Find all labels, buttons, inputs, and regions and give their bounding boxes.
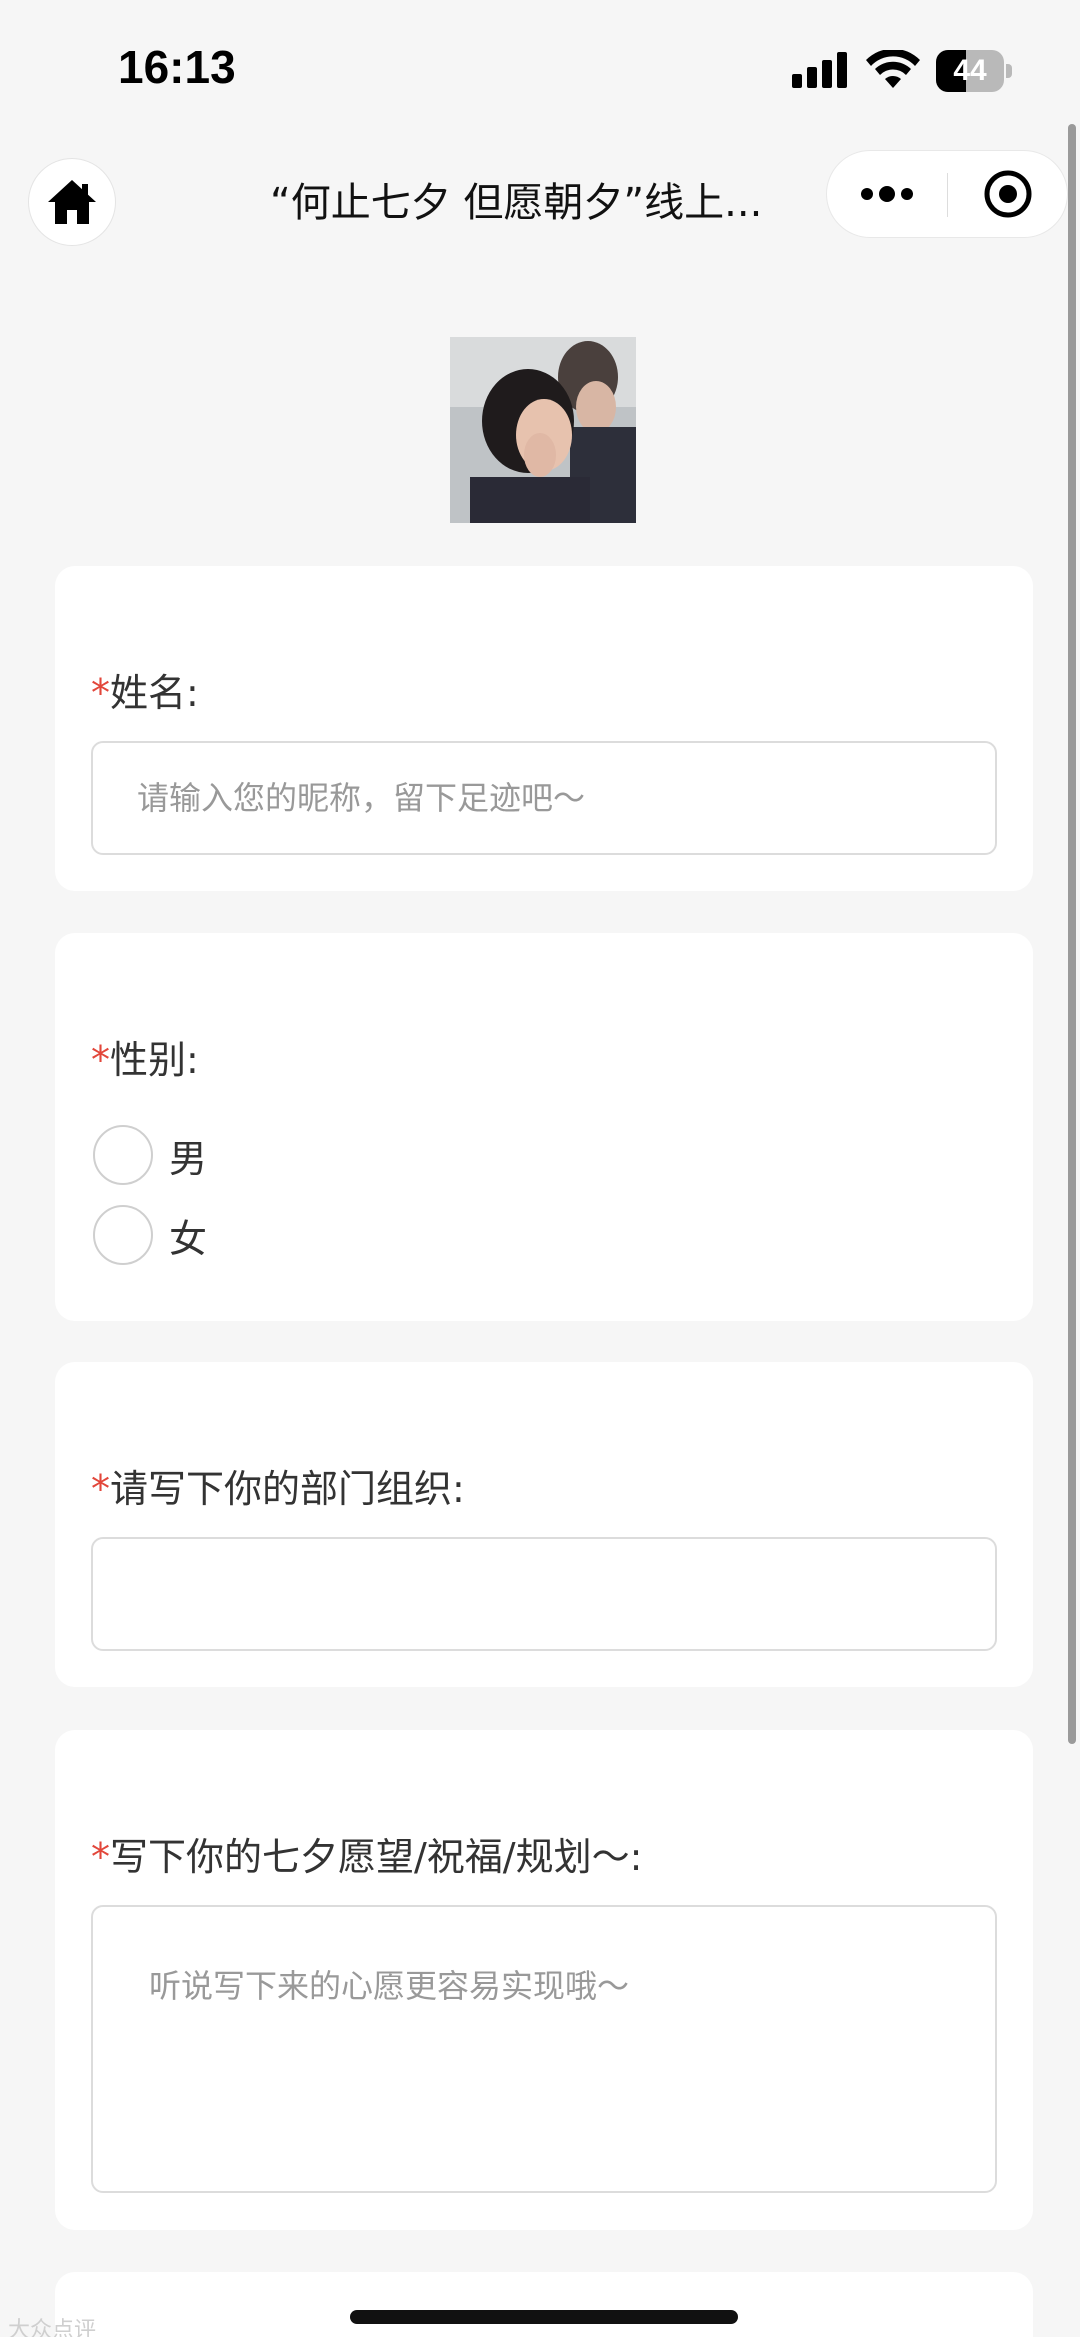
couple-photo (450, 337, 636, 523)
gender-option-female[interactable]: 女 (93, 1205, 207, 1265)
required-mark: * (91, 1467, 110, 1511)
battery-level: 44 (953, 54, 987, 87)
department-card: *请写下你的部门组织: (55, 1362, 1033, 1687)
next-card (55, 2272, 1033, 2337)
name-label: *姓名: (91, 671, 199, 715)
required-mark: * (91, 671, 110, 715)
radio-label: 女 (169, 1216, 208, 1261)
mini-program-capsule (826, 150, 1068, 238)
department-label: *请写下你的部门组织: (91, 1467, 465, 1511)
required-mark: * (91, 1835, 110, 1879)
page-title: “何止七夕 但愿朝夕”线上... (270, 180, 763, 226)
wifi-icon (866, 50, 920, 88)
mini-program-nav-bar: “何止七夕 但愿朝夕”线上... (0, 140, 1080, 260)
gender-option-male[interactable]: 男 (93, 1125, 207, 1185)
home-button[interactable] (28, 158, 116, 246)
home-indicator[interactable] (350, 2310, 738, 2324)
home-icon (48, 180, 96, 224)
wish-card: *写下你的七夕愿望/祝福/规划～: 听说写下来的心愿更容易实现哦～ (55, 1730, 1033, 2230)
wish-textarea[interactable]: 听说写下来的心愿更容易实现哦～ (91, 1905, 997, 2193)
name-card: *姓名: 请输入您的昵称，留下足迹吧～ (55, 566, 1033, 891)
wish-placeholder: 听说写下来的心愿更容易实现哦～ (149, 1967, 630, 2005)
radio-circle[interactable] (93, 1125, 153, 1185)
cover-image (450, 337, 636, 523)
scrollbar[interactable] (1068, 124, 1076, 1744)
required-mark: * (91, 1038, 110, 1082)
status-time: 16:13 (118, 41, 236, 93)
watermark: 大众点评 (8, 2318, 97, 2337)
status-bar: 16:13 44 (0, 0, 1080, 140)
battery-icon: 44 (936, 50, 1012, 92)
wish-label: *写下你的七夕愿望/祝福/规划～: (91, 1835, 643, 1879)
name-placeholder: 请输入您的昵称，留下足迹吧～ (137, 779, 586, 817)
close-mini-program-button[interactable] (948, 151, 1068, 237)
target-close-icon (984, 170, 1032, 218)
radio-circle[interactable] (93, 1205, 153, 1265)
more-button[interactable] (827, 151, 947, 237)
name-input[interactable]: 请输入您的昵称，留下足迹吧～ (91, 741, 997, 855)
gender-label: *性别: (91, 1038, 199, 1082)
more-dots-icon (861, 186, 913, 202)
gender-card: *性别: 男 女 (55, 933, 1033, 1321)
department-input[interactable] (91, 1537, 997, 1651)
signal-icon (792, 52, 847, 88)
radio-label: 男 (169, 1136, 208, 1181)
